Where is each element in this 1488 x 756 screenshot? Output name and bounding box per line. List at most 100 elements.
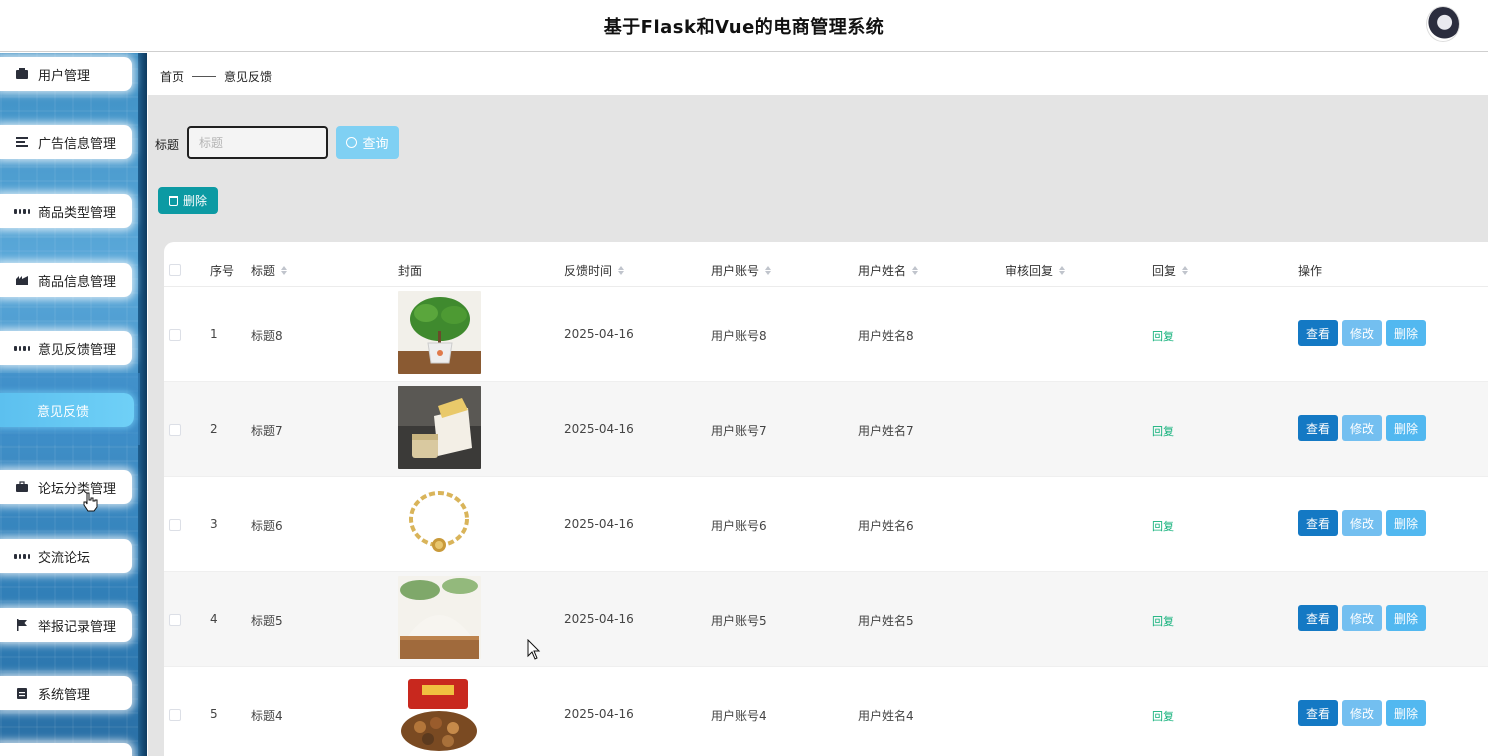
cell-title: 标题6 (251, 519, 283, 533)
sort-icon[interactable] (1182, 266, 1189, 275)
cover-image-flour-bowl (398, 576, 481, 659)
sidebar-item-label: 广告信息管理 (38, 136, 117, 152)
sidebar-item-user-management[interactable]: 用户管理 (0, 57, 132, 91)
feedback-table: 序号 标题 封面 反馈时间 用户账号 用户姓名 审核回复 回复 操作 1 标题8… (164, 242, 1488, 756)
cell-index: 3 (210, 517, 218, 531)
delete-button[interactable]: 删除 (1386, 320, 1426, 346)
view-button[interactable]: 查看 (1298, 320, 1338, 346)
header-review-label: 审核回复 (1005, 264, 1054, 278)
shop-icon (14, 273, 30, 287)
row-checkbox[interactable] (169, 329, 181, 341)
breadcrumb-home[interactable]: 首页 (160, 68, 184, 85)
header-index: 序号 (210, 264, 235, 278)
cell-title: 标题5 (251, 614, 283, 628)
sidebar-item-label: 商品类型管理 (38, 205, 117, 221)
title-search-input[interactable] (187, 126, 328, 159)
reply-link[interactable]: 回复 (1152, 613, 1174, 629)
query-button[interactable]: 查询 (336, 126, 399, 159)
reply-link[interactable]: 回复 (1152, 708, 1174, 724)
cell-index: 1 (210, 327, 218, 341)
grid-icon (14, 341, 30, 355)
sidebar-item-label: 论坛分类管理 (38, 481, 117, 497)
row-checkbox[interactable] (169, 709, 181, 721)
edit-button[interactable]: 修改 (1342, 605, 1382, 631)
sort-icon[interactable] (281, 266, 288, 275)
view-button[interactable]: 查看 (1298, 700, 1338, 726)
cover-image-potted-plant (398, 291, 481, 374)
header-user-account[interactable]: 用户账号 (711, 262, 772, 279)
edit-button[interactable]: 修改 (1342, 320, 1382, 346)
header-feedback-time[interactable]: 反馈时间 (564, 262, 625, 279)
sort-icon[interactable] (765, 266, 772, 275)
cell-user-name: 用户姓名5 (858, 614, 914, 628)
app-title: 基于Flask和Vue的电商管理系统 (603, 17, 885, 38)
header-actions: 操作 (1298, 264, 1323, 278)
header-reply-label: 回复 (1152, 264, 1177, 278)
delete-button[interactable]: 删除 (1386, 700, 1426, 726)
table-row: 4 标题5 2025-04-16 用户账号5 用户姓名5 回复 查看 修改 删除 (164, 572, 1488, 667)
select-all-checkbox[interactable] (169, 264, 181, 276)
cover-image-gold-bracelet (398, 481, 481, 564)
sidebar-item-forum-category[interactable]: 论坛分类管理 (0, 470, 132, 504)
search-icon (346, 137, 358, 148)
user-icon (14, 67, 30, 81)
header-review-reply[interactable]: 审核回复 (1005, 262, 1066, 279)
header-time-label: 反馈时间 (564, 264, 613, 278)
view-button[interactable]: 查看 (1298, 510, 1338, 536)
sort-icon[interactable] (912, 266, 919, 275)
header-title[interactable]: 标题 (251, 262, 288, 279)
top-bar: 基于Flask和Vue的电商管理系统 (0, 0, 1488, 52)
sidebar: 用户管理 广告信息管理 商品类型管理 商品信息管理 意见反馈管理 意见反馈 论坛… (0, 53, 147, 756)
sort-icon[interactable] (1059, 266, 1066, 275)
clipboard-icon (14, 686, 30, 700)
sidebar-item-more[interactable] (0, 743, 132, 756)
hand-cursor-icon (83, 492, 98, 512)
view-button[interactable]: 查看 (1298, 415, 1338, 441)
view-button[interactable]: 查看 (1298, 605, 1338, 631)
sidebar-item-ad-management[interactable]: 广告信息管理 (0, 125, 132, 159)
edit-button[interactable]: 修改 (1342, 415, 1382, 441)
reply-link[interactable]: 回复 (1152, 328, 1174, 344)
cover-image-boxed-cheese (398, 386, 481, 469)
cell-index: 2 (210, 422, 218, 436)
reply-link[interactable]: 回复 (1152, 423, 1174, 439)
bulk-delete-button[interactable]: 删除 (158, 187, 218, 214)
cell-feedback-time: 2025-04-16 (564, 327, 634, 341)
delete-button[interactable]: 删除 (1386, 415, 1426, 441)
cell-user-name: 用户姓名6 (858, 519, 914, 533)
edit-button[interactable]: 修改 (1342, 700, 1382, 726)
arrow-cursor-icon (527, 639, 541, 660)
table-row: 5 标题4 2025-04-16 用户账号4 用户姓名4 回复 查看 修改 删除 (164, 667, 1488, 756)
sidebar-item-report-records[interactable]: 举报记录管理 (0, 608, 132, 642)
reply-link[interactable]: 回复 (1152, 518, 1174, 534)
sidebar-item-product-type[interactable]: 商品类型管理 (0, 194, 132, 228)
row-checkbox[interactable] (169, 519, 181, 531)
header-account-label: 用户账号 (711, 264, 760, 278)
cell-feedback-time: 2025-04-16 (564, 707, 634, 721)
edit-button[interactable]: 修改 (1342, 510, 1382, 536)
briefcase-icon (14, 480, 30, 494)
row-checkbox[interactable] (169, 424, 181, 436)
delete-button[interactable]: 删除 (1386, 510, 1426, 536)
trash-icon (168, 195, 178, 206)
sort-icon[interactable] (618, 266, 625, 275)
delete-button[interactable]: 删除 (1386, 605, 1426, 631)
sidebar-item-system-management[interactable]: 系统管理 (0, 676, 132, 710)
sidebar-item-product-info[interactable]: 商品信息管理 (0, 263, 132, 297)
row-checkbox[interactable] (169, 614, 181, 626)
sidebar-subitem-feedback[interactable]: 意见反馈 (0, 393, 134, 427)
header-reply[interactable]: 回复 (1152, 262, 1189, 279)
avatar[interactable] (1426, 6, 1460, 42)
cell-user-account: 用户账号5 (711, 614, 767, 628)
cell-title: 标题4 (251, 709, 283, 723)
cell-user-account: 用户账号6 (711, 519, 767, 533)
bulk-delete-label: 删除 (182, 194, 207, 208)
header-user-name[interactable]: 用户姓名 (858, 262, 919, 279)
cell-user-account: 用户账号7 (711, 424, 767, 438)
header-name-label: 用户姓名 (858, 264, 907, 278)
sidebar-item-feedback-management[interactable]: 意见反馈管理 (0, 331, 132, 365)
cell-index: 4 (210, 612, 218, 626)
cell-feedback-time: 2025-04-16 (564, 422, 634, 436)
query-button-label: 查询 (362, 136, 389, 151)
sidebar-item-forum[interactable]: 交流论坛 (0, 539, 132, 573)
